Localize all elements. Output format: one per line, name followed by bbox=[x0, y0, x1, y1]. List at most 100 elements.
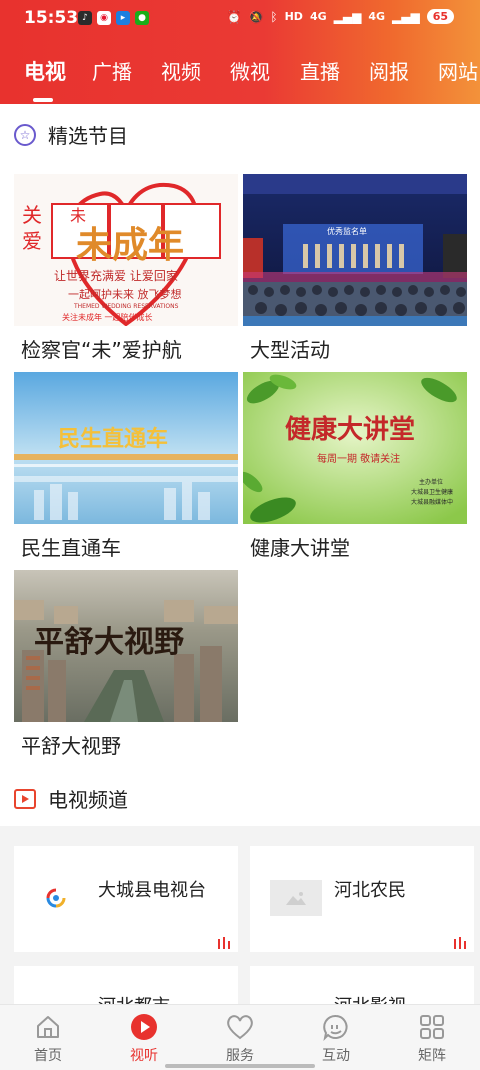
app-header: 15:53 ♪ ◉ ▸ ● ⏰ 🔕 ᛒ HD 4G ▂▄▆ 4G ▂▄▆ 65 … bbox=[0, 0, 480, 104]
heart-icon bbox=[227, 1015, 253, 1040]
battery-indicator: 65 bbox=[426, 9, 454, 24]
hd-label: HD bbox=[284, 10, 303, 23]
weiai-heading: 未成年 bbox=[76, 225, 184, 266]
active-tab-indicator bbox=[33, 98, 53, 102]
app-icon: ▸ bbox=[116, 11, 130, 25]
program-card-event[interactable]: 优秀监名单 大型活动 bbox=[243, 174, 467, 363]
grid-icon bbox=[420, 1015, 444, 1039]
star-icon: ☆ bbox=[14, 123, 36, 146]
chat-icon bbox=[323, 1014, 348, 1041]
weiai-line1: 让世界充满爱 让爱回家 bbox=[54, 268, 178, 283]
svg-text:未: 未 bbox=[70, 206, 86, 225]
health-poster-subtitle: 每周一期 敬请关注 bbox=[317, 452, 400, 465]
tab-live[interactable]: 直播 bbox=[300, 56, 340, 85]
mute-icon: 🔕 bbox=[248, 9, 264, 24]
event-stage-image: 优秀监名单 bbox=[243, 174, 467, 326]
weiai-poster-image: 未 未成年 关 爱 让世界充满爱 让爱回家 一起呵护未来 放飞梦想 THEMED… bbox=[14, 174, 238, 326]
alarm-icon: ⏰ bbox=[226, 9, 242, 24]
channel-card-hebei-film[interactable]: 河北影视 bbox=[250, 966, 474, 1004]
dacheng-tv-logo-icon bbox=[46, 888, 66, 912]
status-bar: 15:53 ♪ ◉ ▸ ● ⏰ 🔕 ᛒ HD 4G ▂▄▆ 4G ▂▄▆ 65 bbox=[0, 0, 480, 38]
channel-name: 河北都市 bbox=[98, 992, 170, 1004]
program-title: 民生直通车 bbox=[21, 536, 121, 560]
health-org-3: 大城县融媒体中 bbox=[411, 498, 453, 506]
weibo-icon: ◉ bbox=[97, 11, 111, 25]
program-title: 平舒大视野 bbox=[21, 734, 121, 758]
status-time: 15:53 bbox=[24, 8, 79, 28]
douyin-icon: ♪ bbox=[78, 11, 92, 25]
tab-micro-video[interactable]: 微视 bbox=[230, 56, 270, 85]
nav-home[interactable]: 首页 bbox=[0, 1013, 96, 1065]
channels-header: 电视频道 bbox=[14, 784, 128, 813]
program-title: 健康大讲堂 bbox=[250, 536, 350, 560]
health-poster-image: 健康大讲堂 每周一期 敬请关注 主办单位 大城县卫生健康 大城县融媒体中 bbox=[243, 372, 467, 524]
nav-label: 矩阵 bbox=[418, 1048, 446, 1064]
featured-header: ☆ 精选节目 bbox=[14, 120, 128, 149]
network-label-1: 4G bbox=[309, 10, 327, 23]
health-org-1: 主办单位 bbox=[419, 478, 443, 486]
nav-audio-video[interactable]: 视听 bbox=[96, 1013, 192, 1065]
sound-wave-icon bbox=[218, 934, 232, 953]
home-icon bbox=[37, 1016, 59, 1038]
weiai-line4: 关注未成年 一起陪伴成长 bbox=[62, 312, 153, 322]
play-icon bbox=[131, 1014, 157, 1040]
program-thumbnail: 优秀监名单 bbox=[243, 174, 467, 326]
minsheng-poster-title: 民生直通车 bbox=[58, 426, 168, 452]
health-org-2: 大城县卫生健康 bbox=[411, 488, 453, 496]
tab-tv[interactable]: 电视 bbox=[24, 56, 66, 86]
nav-label: 视听 bbox=[130, 1048, 158, 1064]
program-thumbnail: 健康大讲堂 每周一期 敬请关注 主办单位 大城县卫生健康 大城县融媒体中 bbox=[243, 372, 467, 524]
nav-matrix[interactable]: 矩阵 bbox=[384, 1013, 480, 1065]
system-icons: ⏰ 🔕 ᛒ HD 4G ▂▄▆ 4G ▂▄▆ 65 bbox=[226, 9, 454, 24]
featured-title: 精选节目 bbox=[48, 124, 128, 148]
tab-website[interactable]: 网站 bbox=[438, 56, 478, 85]
channel-card-hebei-city[interactable]: 河北都市 bbox=[14, 966, 238, 1004]
nav-interact[interactable]: 互动 bbox=[288, 1013, 384, 1065]
program-card-weiai[interactable]: 未 未成年 关 爱 让世界充满爱 让爱回家 一起呵护未来 放飞梦想 THEMED… bbox=[14, 174, 238, 363]
program-card-pingshu[interactable]: 平舒大视野 平舒大视野 bbox=[14, 570, 238, 759]
channel-name: 大城县电视台 bbox=[98, 880, 206, 901]
nav-label: 首页 bbox=[34, 1048, 62, 1064]
event-banner: 优秀监名单 bbox=[327, 226, 367, 236]
bottom-navigation: 首页 视听 服务 互动 矩阵 bbox=[0, 1004, 480, 1070]
health-poster-title: 健康大讲堂 bbox=[285, 414, 415, 445]
tv-play-icon bbox=[14, 788, 36, 809]
minsheng-poster-image: 民生直通车 bbox=[14, 372, 238, 524]
tab-video[interactable]: 视频 bbox=[161, 56, 201, 85]
wechat-icon: ● bbox=[135, 11, 149, 25]
featured-section: ☆ 精选节目 未 未成年 关 爱 让世界充满爱 让爱回家 一起呵护未来 放飞梦想 bbox=[0, 104, 480, 826]
bluetooth-icon: ᛒ bbox=[270, 9, 278, 24]
weiai-line3: THEMED WEDDING RESERVATIONS bbox=[73, 303, 179, 310]
program-card-health[interactable]: 健康大讲堂 每周一期 敬请关注 主办单位 大城县卫生健康 大城县融媒体中 健康大… bbox=[243, 372, 467, 561]
channel-card-dacheng[interactable]: 大城县电视台 bbox=[14, 846, 238, 952]
home-indicator-bar[interactable] bbox=[165, 1064, 315, 1068]
program-title: 检察官“未”爱护航 bbox=[21, 338, 182, 362]
channel-name: 河北农民 bbox=[334, 880, 406, 901]
image-placeholder-icon bbox=[270, 880, 322, 916]
notification-icons: ♪ ◉ ▸ ● bbox=[78, 11, 149, 25]
tab-radio[interactable]: 广播 bbox=[92, 56, 132, 85]
channel-card-hebei-farmer[interactable]: 河北农民 bbox=[250, 846, 474, 952]
nav-label: 互动 bbox=[322, 1048, 350, 1064]
nav-service[interactable]: 服务 bbox=[192, 1013, 288, 1065]
program-title: 大型活动 bbox=[250, 338, 330, 362]
program-thumbnail: 未 未成年 关 爱 让世界充满爱 让爱回家 一起呵护未来 放飞梦想 THEMED… bbox=[14, 174, 238, 326]
signal-icon: ▂▄▆ bbox=[333, 9, 362, 24]
pingshu-city-image: 平舒大视野 bbox=[14, 570, 238, 722]
category-tabs: 电视 广播 视频 微视 直播 阅报 网站 bbox=[0, 56, 480, 88]
program-card-minsheng[interactable]: 民生直通车 民生直通车 bbox=[14, 372, 238, 561]
weiai-side-a: 关 bbox=[22, 203, 42, 227]
nav-label: 服务 bbox=[226, 1048, 254, 1064]
main-content: ☆ 精选节目 未 未成年 关 爱 让世界充满爱 让爱回家 一起呵护未来 放飞梦想 bbox=[0, 104, 480, 1004]
network-label-2: 4G bbox=[368, 10, 385, 23]
channel-name: 河北影视 bbox=[334, 992, 406, 1004]
weiai-line2: 一起呵护未来 放飞梦想 bbox=[68, 287, 182, 301]
weiai-side-b: 爱 bbox=[22, 229, 42, 253]
signal-icon-2: ▂▄▆ bbox=[392, 9, 420, 24]
tab-newspaper[interactable]: 阅报 bbox=[369, 56, 409, 85]
program-thumbnail: 民生直通车 bbox=[14, 372, 238, 524]
channels-title: 电视频道 bbox=[48, 788, 128, 812]
pingshu-poster-title: 平舒大视野 bbox=[34, 625, 184, 660]
sound-wave-icon bbox=[454, 934, 468, 953]
program-thumbnail: 平舒大视野 bbox=[14, 570, 238, 722]
